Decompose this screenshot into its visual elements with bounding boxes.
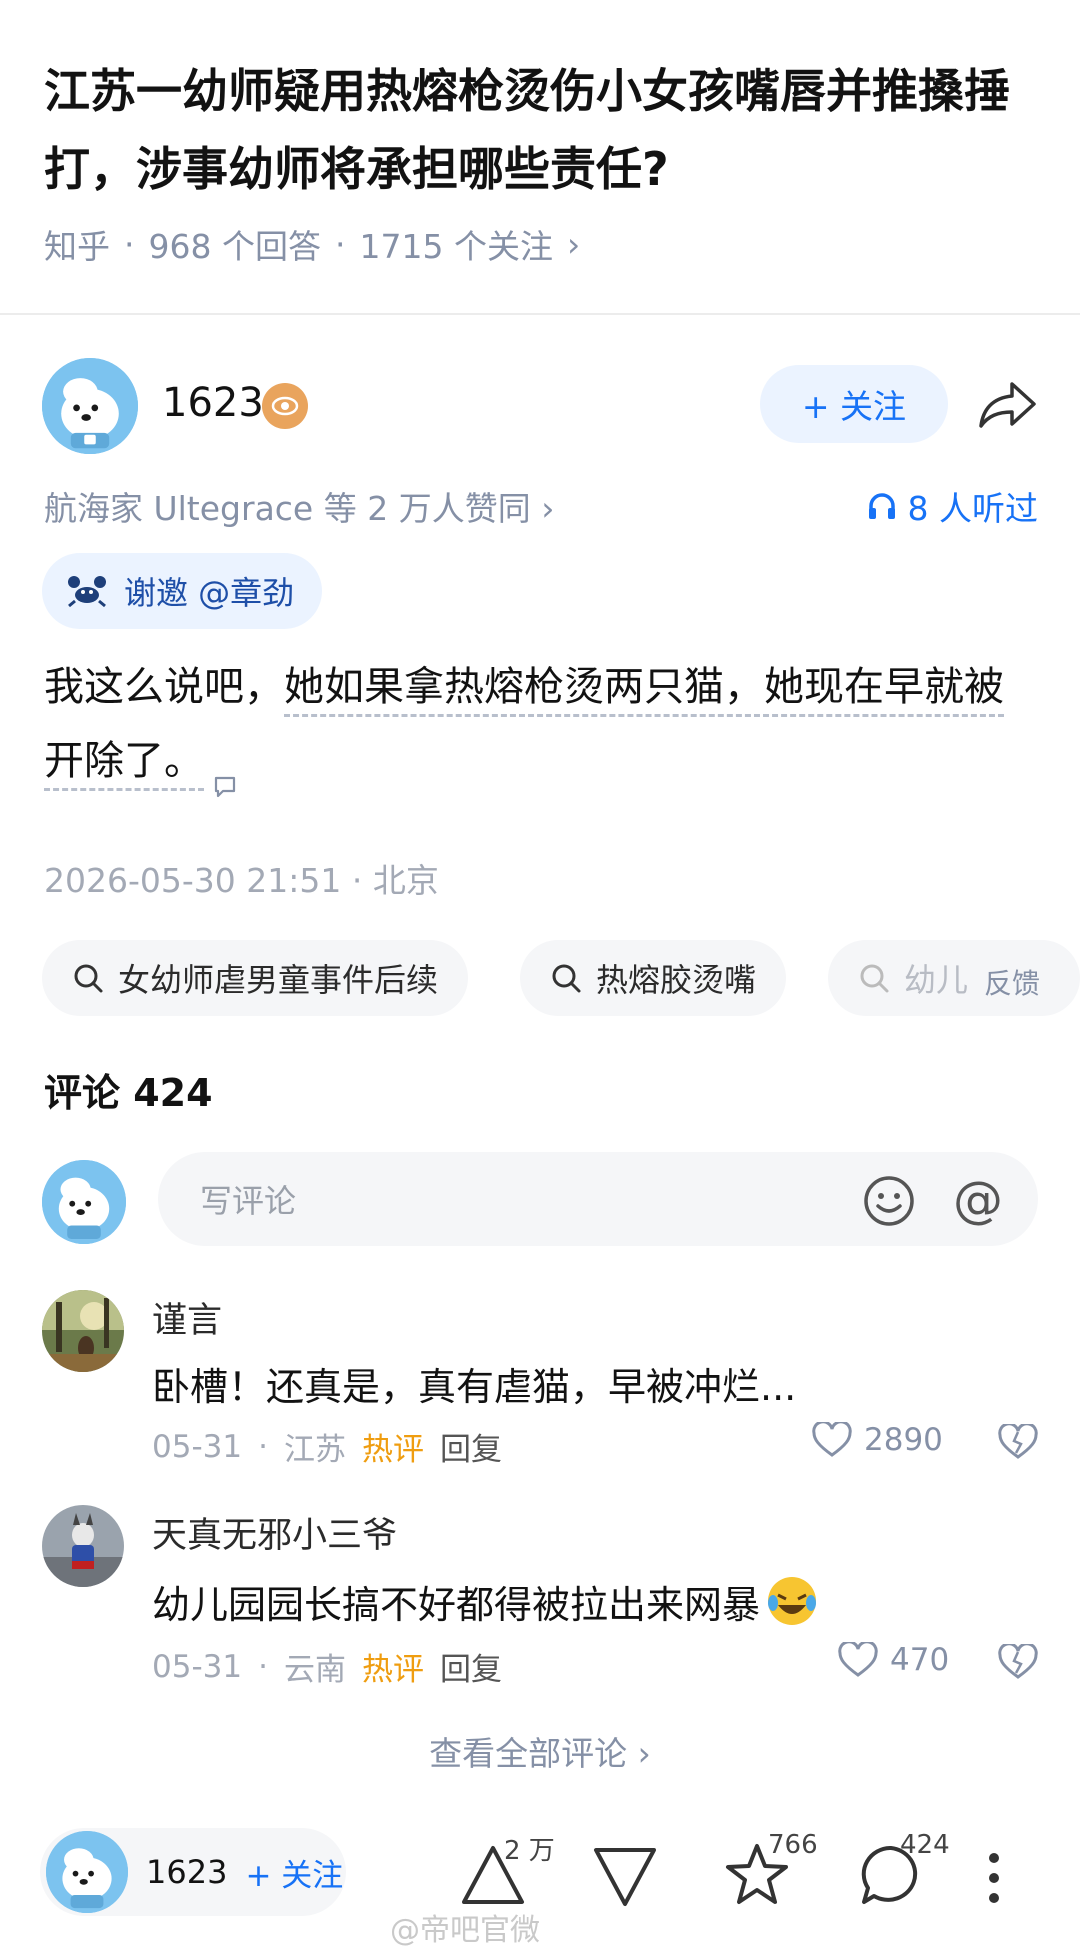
search-icon [552,964,581,993]
meta-separator: · [124,224,135,264]
agree-summary[interactable]: 航海家 Ultegrace 等 2 万人赞同 › [44,482,554,530]
invite-text: 谢邀 @章劲 [124,574,295,612]
dislike-icon[interactable] [998,1422,1038,1464]
search-chip[interactable]: 幼儿 [828,940,1080,1016]
listen-text: 8 人听过 [907,489,1039,528]
header-divider [0,313,1080,315]
eye-badge-icon [262,383,308,429]
mention-icon[interactable]: @ [950,1172,1006,1228]
listen-count[interactable]: 8 人听过 [866,482,1039,530]
like-count: 2890 [864,1422,943,1458]
comment-author[interactable]: 天真无邪小三爷 [152,1507,397,1558]
heart-icon [838,1642,878,1677]
downvote-icon[interactable] [590,1840,660,1910]
meta-separator: · [258,1428,268,1465]
watermark: @帝吧官微 [390,1913,540,1948]
follow-button[interactable]: + 关注 [760,365,948,443]
hot-comment-badge: 热评 [361,1652,424,1688]
comment-meta: 05-31 · 云南 热评 回复 [152,1644,502,1689]
like-button[interactable]: 2890 [812,1422,943,1458]
headphone-icon [868,493,895,519]
answer-timestamp: 2026-05-30 21:51 · 北京 [44,861,439,900]
view-all-comments-link[interactable]: 查看全部评论 › [0,1727,1080,1775]
comment-text: 卧槽！还真是，真有虐猫，早被冲烂... [152,1365,797,1409]
crab-icon [68,576,106,608]
bottom-author-pill[interactable]: 1623 + 关注 [40,1828,346,1916]
search-icon [74,964,103,993]
feedback-link[interactable]: 反馈 [980,962,1041,1002]
my-avatar [42,1160,126,1244]
reply-button[interactable]: 回复 [440,1644,502,1689]
search-chip-label: 女幼师虐男童事件后续 [118,961,439,999]
answer-body: 我这么说吧，她如果拿热熔枪烫两只猫，她现在早就被开除了。 [44,650,1034,798]
comment-author[interactable]: 谨言 [152,1292,222,1343]
comment-text-row: 幼儿园园长搞不好都得被拉出来网暴 [152,1573,820,1629]
laugh-cry-emoji-icon [768,1577,817,1625]
comment-location: 江苏 [283,1432,346,1468]
comment-date: 05-31 [152,1648,243,1685]
chevron-right-icon: › [566,224,581,264]
author-name[interactable]: 1623 [162,380,264,426]
comment-avatar[interactable] [42,1290,124,1372]
like-button[interactable]: 470 [838,1642,949,1678]
upvote-count: 2 万 [504,1836,555,1866]
bottom-author-avatar [46,1831,128,1913]
source-label: 知乎 [44,227,110,266]
comment-location: 云南 [283,1652,346,1688]
comment-date: 05-31 [152,1428,243,1465]
park-photo-icon [42,1290,124,1372]
search-chip[interactable]: 女幼师虐男童事件后续 [42,940,469,1016]
bottom-author-name: 1623 [146,1853,228,1891]
emoji-icon[interactable] [862,1174,916,1228]
search-chip-label: 热熔胶烫嘴 [596,961,757,999]
dog-avatar-icon [42,358,138,454]
more-options-icon[interactable] [986,1850,1002,1906]
comments-title: 评论 424 [44,1071,213,1115]
meta-separator: · [334,224,346,264]
comment-count: 424 [900,1830,950,1860]
comment-text: 幼儿园园长搞不好都得被拉出来网暴 [152,1582,761,1627]
comment-meta: 05-31 · 江苏 热评 回复 [152,1424,502,1469]
answer-count: 968 个回答 [148,227,321,266]
search-icon [860,964,889,993]
share-icon[interactable] [976,376,1040,432]
question-title[interactable]: 江苏一幼师疑用热熔枪烫伤小女孩嘴唇并推搡捶打，涉事幼师将承担哪些责任? [44,52,1044,208]
like-count: 470 [890,1642,950,1678]
dog-avatar-icon [46,1831,128,1913]
meta-separator: · [258,1648,268,1685]
search-chip-label: 幼儿 [904,961,969,999]
dislike-icon[interactable] [998,1642,1038,1684]
invite-tag[interactable]: 谢邀 @章劲 [42,553,323,629]
search-chip[interactable]: 热熔胶烫嘴 [520,940,787,1016]
dog-avatar-icon [42,1160,126,1244]
follower-count: 1715 个关注 [359,227,553,266]
heart-icon [812,1422,852,1457]
comment-avatar[interactable] [42,1505,124,1587]
question-meta[interactable]: 知乎 · 968 个回答 · 1715 个关注 › [44,220,580,268]
inline-comment-icon[interactable] [212,750,238,798]
answer-lead: 我这么说吧， [44,664,284,710]
reply-button[interactable]: 回复 [440,1424,502,1469]
author-avatar[interactable] [42,358,138,454]
hot-comment-badge: 热评 [361,1432,424,1468]
dog-costume-photo-icon [42,1505,124,1587]
bottom-follow-button[interactable]: + 关注 [245,1850,343,1895]
favorite-count: 766 [768,1830,818,1860]
